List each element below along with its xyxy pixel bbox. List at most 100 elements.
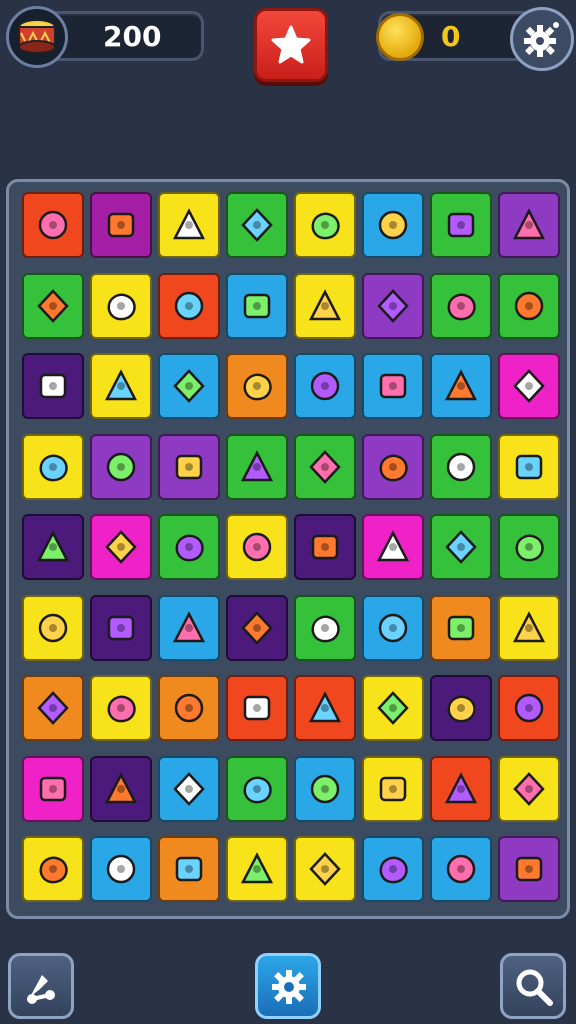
tile[interactable] [498, 594, 560, 661]
tile[interactable] [22, 433, 84, 500]
tile[interactable] [22, 675, 84, 741]
tile[interactable] [158, 514, 220, 580]
tile[interactable] [362, 272, 424, 339]
tile[interactable] [90, 353, 152, 419]
tile[interactable] [498, 353, 560, 419]
tile[interactable] [294, 433, 356, 500]
tile[interactable] [158, 192, 220, 258]
tomato-icon [39, 856, 68, 884]
tile[interactable] [294, 755, 356, 822]
search-button[interactable] [500, 953, 566, 1019]
tile[interactable] [90, 433, 152, 500]
tile[interactable] [430, 272, 492, 339]
tile[interactable] [294, 192, 356, 258]
tile[interactable] [226, 433, 288, 500]
heart-icon [106, 452, 136, 481]
tile[interactable] [294, 836, 356, 902]
tile[interactable] [226, 836, 288, 902]
cloud-icon [513, 771, 545, 806]
horn-icon [241, 610, 273, 645]
tile[interactable] [362, 836, 424, 902]
tile[interactable] [22, 836, 84, 902]
leaf-icon [172, 610, 206, 642]
tile[interactable] [362, 675, 424, 741]
tile[interactable] [22, 192, 84, 258]
tile[interactable] [430, 675, 492, 741]
settings-button-top[interactable] [510, 7, 574, 71]
frame-icon [308, 288, 342, 320]
cup-icon [446, 452, 476, 481]
tile[interactable] [362, 192, 424, 258]
flower-icon [39, 373, 67, 399]
share-button[interactable] [8, 953, 74, 1019]
tile[interactable] [158, 675, 220, 741]
tile[interactable] [226, 514, 288, 580]
tile[interactable] [226, 594, 288, 661]
share-icon [27, 975, 55, 1004]
tile[interactable] [362, 353, 424, 419]
tile[interactable] [226, 675, 288, 741]
tile[interactable] [158, 836, 220, 902]
tile[interactable] [90, 192, 152, 258]
tile[interactable] [226, 272, 288, 339]
tile[interactable] [362, 594, 424, 661]
tile[interactable] [90, 675, 152, 741]
tile[interactable] [22, 353, 84, 419]
tile[interactable] [158, 353, 220, 419]
tile[interactable] [22, 514, 84, 580]
tile[interactable] [226, 755, 288, 822]
tile[interactable] [498, 192, 560, 258]
tile[interactable] [90, 836, 152, 902]
sun-icon [379, 373, 407, 399]
tile[interactable] [362, 514, 424, 580]
tile[interactable] [90, 514, 152, 580]
tile[interactable] [430, 836, 492, 902]
cake-icon [107, 293, 136, 320]
tile[interactable] [294, 594, 356, 661]
tile[interactable] [362, 433, 424, 500]
tile[interactable] [430, 192, 492, 258]
tile[interactable] [22, 755, 84, 822]
tile[interactable] [22, 594, 84, 661]
flame-icon [174, 693, 204, 723]
tile[interactable] [90, 272, 152, 339]
tile[interactable] [226, 192, 288, 258]
tile[interactable] [158, 433, 220, 500]
player-avatar[interactable] [6, 6, 68, 68]
tile[interactable] [294, 272, 356, 339]
mask-icon [173, 771, 205, 806]
tile[interactable] [158, 272, 220, 339]
tile[interactable] [158, 594, 220, 661]
note-icon [309, 449, 341, 484]
tile[interactable] [498, 836, 560, 902]
ring-icon [242, 532, 272, 562]
tile[interactable] [498, 272, 560, 339]
tile[interactable] [430, 514, 492, 580]
tile[interactable] [294, 353, 356, 419]
tile[interactable] [498, 755, 560, 822]
tile[interactable] [22, 272, 84, 339]
tile[interactable] [430, 353, 492, 419]
burst-icon [447, 615, 475, 640]
calendar-icon [104, 369, 138, 401]
tile[interactable] [90, 594, 152, 661]
tile[interactable] [430, 755, 492, 822]
icecream-icon [37, 691, 69, 725]
tile[interactable] [430, 594, 492, 661]
tile[interactable] [158, 755, 220, 822]
mushroom-icon [175, 856, 203, 882]
tile[interactable] [430, 433, 492, 500]
tile[interactable] [226, 353, 288, 419]
leaves-icon [377, 691, 409, 725]
settings-button-bottom[interactable] [255, 953, 321, 1019]
tile[interactable] [498, 433, 560, 500]
tile[interactable] [90, 755, 152, 822]
tile[interactable] [498, 514, 560, 580]
packet-icon [515, 856, 543, 882]
tile[interactable] [294, 514, 356, 580]
tile[interactable] [362, 755, 424, 822]
radio-icon [243, 373, 272, 401]
favorites-button[interactable] [254, 8, 328, 82]
tile[interactable] [294, 675, 356, 741]
tile[interactable] [498, 675, 560, 741]
